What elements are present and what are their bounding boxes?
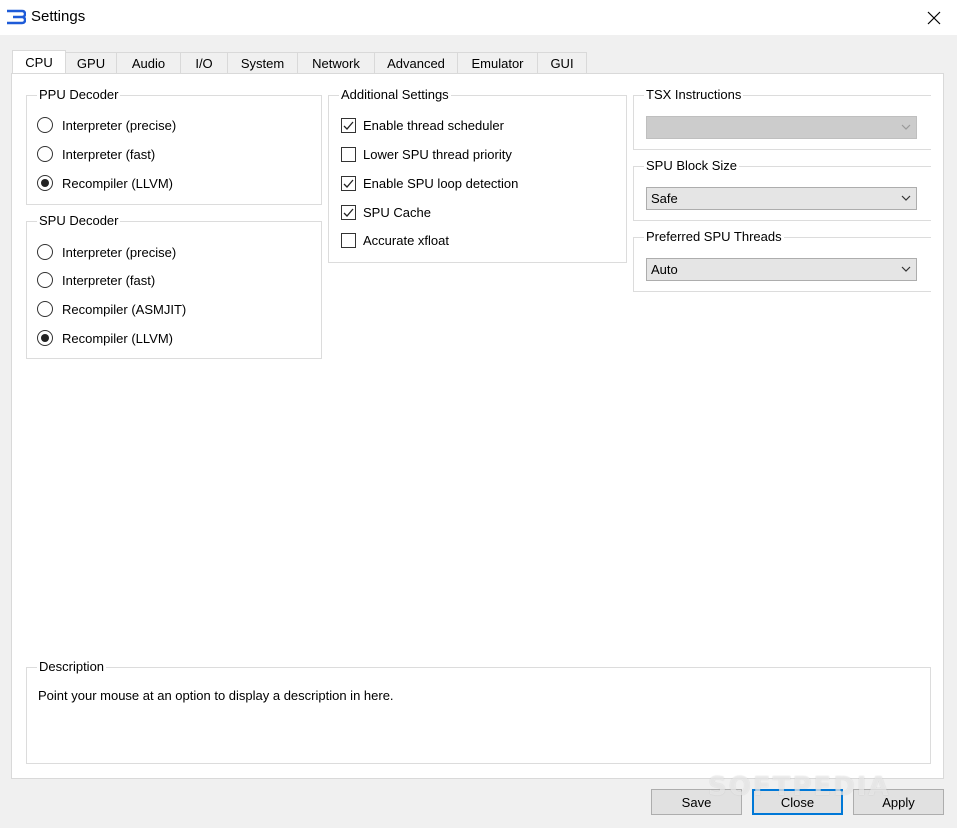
chevron-down-icon bbox=[901, 124, 911, 130]
description-title: Description bbox=[37, 659, 107, 675]
tab-gpu[interactable]: GPU bbox=[66, 52, 117, 74]
close-icon bbox=[927, 11, 941, 24]
spu-decoder-title: SPU Decoder bbox=[37, 213, 121, 229]
ppu-recompiler-llvm-radio[interactable]: Recompiler (LLVM) bbox=[37, 173, 173, 193]
spu-interpreter-fast-radio[interactable]: Interpreter (fast) bbox=[37, 270, 155, 290]
preferred-spu-threads-group: Preferred SPU Threads Auto bbox=[633, 229, 931, 292]
cpu-settings-panel: PPU Decoder Interpreter (precise) Interp… bbox=[11, 73, 944, 779]
enable-thread-scheduler-checkbox[interactable]: Enable thread scheduler bbox=[341, 115, 504, 135]
spu-block-size-group: SPU Block Size Safe bbox=[633, 158, 931, 221]
chevron-down-icon bbox=[901, 195, 911, 201]
preferred-spu-threads-title: Preferred SPU Threads bbox=[644, 229, 784, 245]
tab-gui[interactable]: GUI bbox=[538, 52, 587, 74]
spu-recompiler-asmjit-radio[interactable]: Recompiler (ASMJIT) bbox=[37, 299, 186, 319]
window-title: Settings bbox=[31, 8, 86, 25]
rpcs3-logo-icon bbox=[7, 9, 26, 25]
tsx-instructions-dropdown bbox=[646, 116, 917, 139]
spu-block-size-dropdown[interactable]: Safe bbox=[646, 187, 917, 210]
tab-cpu[interactable]: CPU bbox=[12, 50, 66, 74]
description-group: Description Point your mouse at an optio… bbox=[26, 659, 931, 764]
accurate-xfloat-checkbox[interactable]: Accurate xfloat bbox=[341, 230, 449, 250]
spu-block-size-title: SPU Block Size bbox=[644, 158, 740, 174]
window-close-button[interactable] bbox=[911, 0, 957, 35]
tsx-instructions-group: TSX Instructions bbox=[633, 87, 931, 150]
spu-decoder-group: SPU Decoder Interpreter (precise) Interp… bbox=[26, 213, 322, 359]
chevron-down-icon bbox=[901, 266, 911, 272]
tab-network[interactable]: Network bbox=[298, 52, 375, 74]
tab-system[interactable]: System bbox=[228, 52, 298, 74]
softpedia-watermark: SOFTPEDIA bbox=[708, 772, 891, 802]
lower-spu-thread-priority-checkbox[interactable]: Lower SPU thread priority bbox=[341, 144, 512, 164]
spu-cache-checkbox[interactable]: SPU Cache bbox=[341, 202, 431, 222]
spu-interpreter-precise-radio[interactable]: Interpreter (precise) bbox=[37, 242, 176, 262]
tsx-instructions-title: TSX Instructions bbox=[644, 87, 744, 103]
spu-recompiler-llvm-radio[interactable]: Recompiler (LLVM) bbox=[37, 328, 173, 348]
preferred-spu-threads-dropdown[interactable]: Auto bbox=[646, 258, 917, 281]
ppu-decoder-title: PPU Decoder bbox=[37, 87, 121, 103]
ppu-interpreter-fast-radio[interactable]: Interpreter (fast) bbox=[37, 144, 155, 164]
title-bar: Settings bbox=[0, 0, 957, 35]
tab-advanced[interactable]: Advanced bbox=[375, 52, 458, 74]
ppu-decoder-group: PPU Decoder Interpreter (precise) Interp… bbox=[26, 87, 322, 205]
checkmark-icon bbox=[341, 204, 356, 220]
tab-io[interactable]: I/O bbox=[181, 52, 228, 74]
tab-emulator[interactable]: Emulator bbox=[458, 52, 538, 74]
description-text: Point your mouse at an option to display… bbox=[38, 688, 394, 703]
enable-spu-loop-detection-checkbox[interactable]: Enable SPU loop detection bbox=[341, 173, 518, 193]
ppu-interpreter-precise-radio[interactable]: Interpreter (precise) bbox=[37, 115, 176, 135]
additional-settings-title: Additional Settings bbox=[339, 87, 451, 103]
tab-audio[interactable]: Audio bbox=[117, 52, 181, 74]
settings-tabs: CPU GPU Audio I/O System Network Advance… bbox=[12, 50, 587, 74]
additional-settings-group: Additional Settings Enable thread schedu… bbox=[328, 87, 627, 263]
checkmark-icon bbox=[341, 117, 356, 133]
checkmark-icon bbox=[341, 175, 356, 191]
